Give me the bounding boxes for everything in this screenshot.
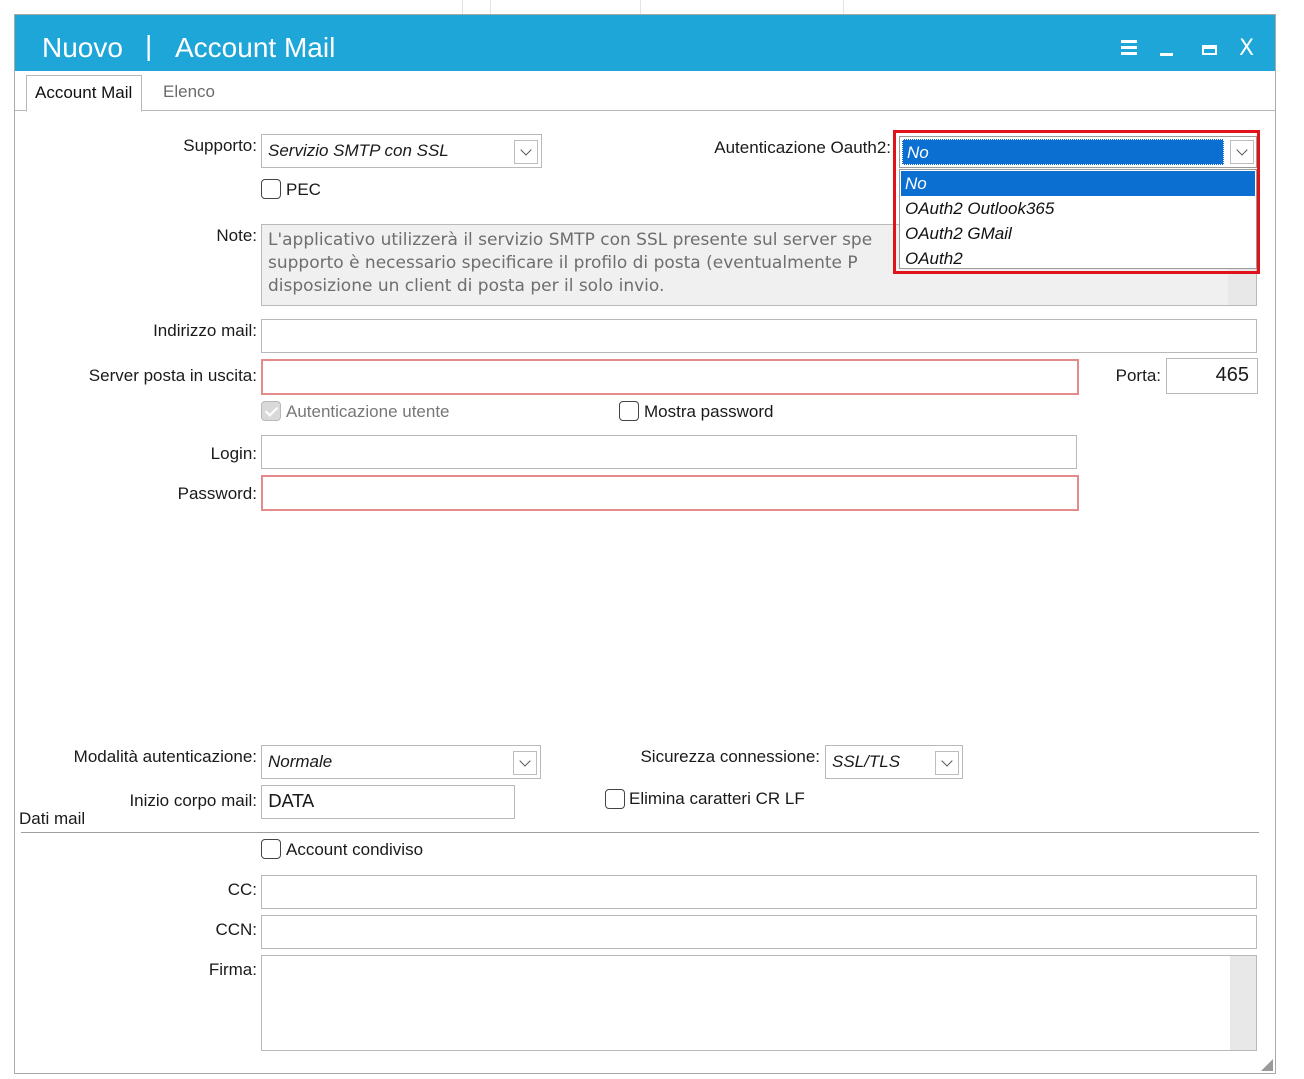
chevron-down-icon[interactable] [1230, 140, 1254, 164]
window-title: Account Mail [175, 32, 336, 63]
tab-account-mail[interactable]: Account Mail [26, 75, 142, 112]
cc-label: CC: [227, 880, 257, 899]
firma-textarea[interactable] [261, 955, 1257, 1051]
close-icon[interactable]: X [1239, 37, 1263, 61]
account-condiviso-checkbox[interactable] [261, 839, 281, 859]
oauth-option-no[interactable]: No [901, 171, 1255, 196]
firma-scrollbar[interactable] [1230, 956, 1256, 1050]
password-label: Password: [177, 484, 257, 503]
sicurezza-connessione-select[interactable]: SSL/TLS [825, 745, 963, 779]
ccn-label: CCN: [215, 920, 257, 939]
oauth-option-outlook365[interactable]: OAuth2 Outlook365 [901, 196, 1255, 221]
login-label: Login: [210, 444, 257, 463]
server-posta-input[interactable] [261, 359, 1079, 395]
indirizzo-mail-input[interactable] [261, 319, 1257, 353]
note-label: Note: [216, 226, 257, 245]
inizio-corpo-mail-label: Inizio corpo mail: [129, 791, 257, 810]
title-separator: | [145, 30, 153, 61]
login-input[interactable] [261, 435, 1077, 469]
chevron-down-icon[interactable] [935, 751, 959, 775]
note-line: disposizione un client di posta per il s… [268, 276, 665, 296]
background-divider [843, 0, 844, 14]
elimina-cr-lf-checkbox[interactable] [605, 789, 625, 809]
oauth-option-oauth2[interactable]: OAuth2 [901, 246, 1255, 271]
tab-elenco[interactable]: Elenco [155, 75, 223, 111]
oauth-select[interactable]: No [899, 136, 1257, 168]
pec-label: PEC [286, 180, 321, 199]
chevron-down-icon[interactable] [513, 751, 537, 775]
pec-checkbox[interactable] [261, 179, 281, 199]
chevron-down-icon[interactable] [514, 140, 538, 164]
inizio-corpo-mail-input[interactable]: DATA [261, 785, 515, 819]
password-input[interactable] [261, 475, 1079, 511]
porta-label: Porta: [1115, 366, 1161, 385]
resize-grip-icon[interactable] [1261, 1059, 1273, 1071]
background-divider [490, 0, 491, 14]
autenticazione-utente-checkbox[interactable] [261, 401, 281, 421]
title-mode: Nuovo [42, 32, 123, 63]
indirizzo-mail-label: Indirizzo mail: [153, 321, 257, 340]
maximize-icon[interactable] [1200, 37, 1224, 61]
sicurezza-connessione-label: Sicurezza connessione: [640, 747, 820, 766]
porta-input[interactable]: 465 [1166, 358, 1258, 394]
oauth-dropdown-list: No OAuth2 Outlook365 OAuth2 GMail OAuth2 [899, 169, 1257, 269]
elimina-cr-lf-label: Elimina caratteri CR LF [629, 789, 805, 808]
cc-input[interactable] [261, 875, 1257, 909]
account-mail-window: Nuovo | Account Mail X Account Mail Elen… [14, 14, 1276, 1074]
background-divider [462, 0, 463, 14]
oauth-value: No [902, 139, 1224, 165]
firma-label: Firma: [208, 960, 257, 979]
background-strip [0, 0, 1304, 14]
modalita-autenticazione-value: Normale [268, 752, 333, 771]
mostra-password-label: Mostra password [644, 402, 774, 421]
server-posta-label: Server posta in uscita: [88, 366, 257, 385]
mostra-password-checkbox[interactable] [619, 401, 639, 421]
dati-mail-section-label: Dati mail [19, 809, 86, 828]
ccn-input[interactable] [261, 915, 1257, 949]
menu-icon[interactable] [1119, 37, 1143, 61]
modalita-autenticazione-select[interactable]: Normale [261, 745, 541, 779]
sicurezza-connessione-value: SSL/TLS [832, 752, 901, 771]
autenticazione-utente-label: Autenticazione utente [286, 402, 450, 421]
oauth-label: Autenticazione Oauth2: [714, 138, 891, 157]
modalita-autenticazione-label: Modalità autenticazione: [73, 747, 257, 766]
supporto-select[interactable]: Servizio SMTP con SSL [261, 134, 542, 168]
supporto-value: Servizio SMTP con SSL [268, 141, 449, 160]
title-bar[interactable]: Nuovo | Account Mail X [15, 15, 1275, 71]
background-divider [640, 0, 641, 14]
tab-bar: Account Mail Elenco [15, 71, 1275, 112]
oauth-option-gmail[interactable]: OAuth2 GMail [901, 221, 1255, 246]
section-divider [21, 832, 1259, 833]
minimize-icon[interactable] [1157, 37, 1181, 61]
account-condiviso-label: Account condiviso [286, 840, 424, 859]
supporto-label: Supporto: [183, 136, 257, 155]
